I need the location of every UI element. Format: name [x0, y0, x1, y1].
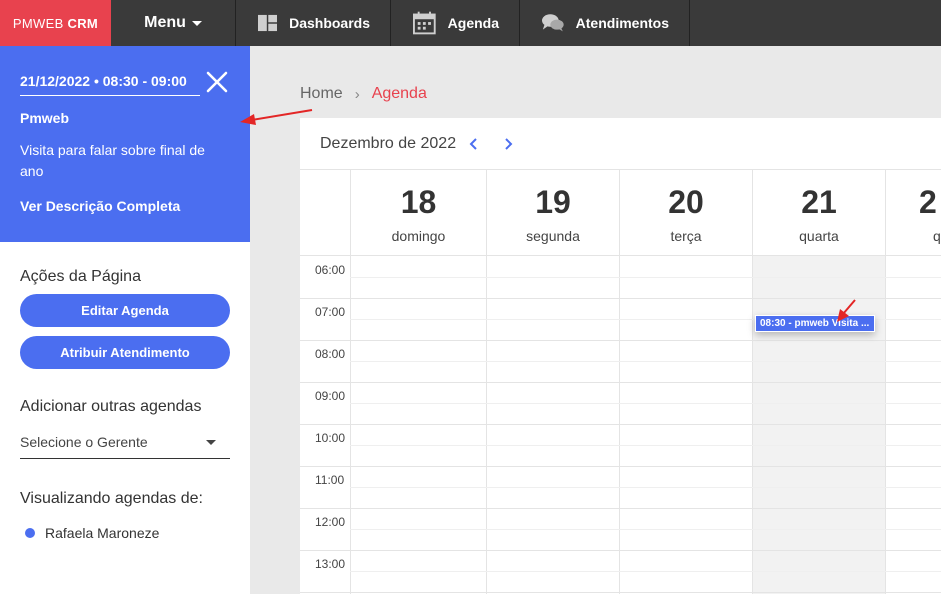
half-hour-line	[350, 403, 941, 404]
hour-line	[300, 508, 941, 509]
person-color-dot	[25, 528, 35, 538]
day-name: q	[933, 228, 941, 244]
nav-atendimentos[interactable]: Atendimentos	[520, 0, 690, 46]
calendar-month-label: Dezembro de 2022	[320, 135, 457, 152]
breadcrumb-home[interactable]: Home	[300, 85, 343, 103]
hour-line	[300, 550, 941, 551]
day-name: segunda	[526, 228, 580, 244]
half-hour-line	[350, 571, 941, 572]
event-owner: Pmweb	[20, 110, 70, 126]
hour-line	[300, 592, 941, 593]
time-label: 12:00	[315, 515, 346, 529]
nav-dashboards[interactable]: Dashboards	[236, 0, 391, 46]
day-name: domingo	[391, 228, 446, 244]
brand-name: CRM	[67, 15, 99, 31]
time-label: 13:00	[315, 557, 346, 571]
hour-line	[300, 340, 941, 341]
day-number: 21	[801, 184, 837, 220]
top-navbar: PMWEB CRM Menu Dashboards Agenda Atendim…	[0, 0, 941, 46]
chat-icon	[542, 14, 564, 32]
calendar-icon	[413, 11, 436, 35]
menu-label: Menu	[144, 14, 186, 31]
calendar-panel: Dezembro de 2022 18 domingo 19 segunda 2…	[300, 118, 941, 594]
event-datetime: 21/12/2022 • 08:30 - 09:00	[20, 73, 200, 96]
breadcrumb-current: Agenda	[371, 85, 427, 102]
time-label: 11:00	[315, 473, 345, 487]
nav-dashboards-label: Dashboards	[289, 15, 370, 31]
viewing-title: Visualizando agendas de:	[20, 490, 203, 507]
sidebar: 21/12/2022 • 08:30 - 09:00 Pmweb Visita …	[0, 46, 250, 594]
chevron-down-icon	[206, 439, 216, 445]
manager-select[interactable]: Selecione o Gerente	[20, 426, 230, 459]
viewing-person-item[interactable]: Rafaela Maroneze	[25, 525, 159, 541]
nav-atendimentos-label: Atendimentos	[575, 15, 669, 31]
breadcrumb: Home › Agenda	[300, 85, 427, 103]
day-number: 20	[668, 184, 704, 220]
hour-line	[300, 382, 941, 383]
time-label: 08:00	[315, 347, 346, 361]
nav-agenda-label: Agenda	[447, 15, 499, 31]
time-label: 06:00	[315, 263, 346, 277]
view-full-description-link[interactable]: Ver Descrição Completa	[20, 198, 180, 214]
day-name: terça	[670, 228, 702, 244]
hour-line	[300, 424, 941, 425]
close-icon[interactable]	[205, 70, 229, 94]
calendar-header: Dezembro de 2022	[320, 135, 514, 153]
calendar-week-grid: 18 domingo 19 segunda 20 terça 21 quarta…	[300, 169, 941, 594]
menu-button[interactable]: Menu	[111, 0, 236, 46]
brand-logo[interactable]: PMWEB CRM	[0, 0, 111, 46]
nav-agenda[interactable]: Agenda	[391, 0, 520, 46]
day-name: quarta	[799, 228, 839, 244]
chevron-down-icon	[191, 20, 202, 26]
event-description: Visita para falar sobre final de ano	[20, 142, 205, 179]
chevron-right-icon[interactable]	[502, 137, 514, 151]
header-divider	[300, 255, 941, 256]
half-hour-line	[350, 487, 941, 488]
brand-prefix: PMWEB	[12, 15, 64, 31]
day-number: 2	[919, 184, 937, 220]
breadcrumb-separator: ›	[354, 85, 360, 103]
half-hour-line	[350, 361, 941, 362]
half-hour-line	[350, 445, 941, 446]
half-hour-line	[350, 529, 941, 530]
hour-line	[300, 466, 941, 467]
assign-service-button[interactable]: Atribuir Atendimento	[20, 336, 230, 369]
add-agendas-title: Adicionar outras agendas	[20, 398, 202, 415]
event-detail-card: 21/12/2022 • 08:30 - 09:00 Pmweb Visita …	[0, 46, 250, 242]
calendar-event[interactable]: 08:30 - pmweb Visita ...	[755, 315, 875, 332]
manager-select-value: Selecione o Gerente	[20, 434, 148, 450]
dashboard-icon	[258, 14, 278, 32]
actions-title: Ações da Página	[20, 268, 141, 285]
edit-agenda-button[interactable]: Editar Agenda	[20, 294, 230, 327]
viewing-person-name: Rafaela Maroneze	[45, 525, 160, 541]
half-hour-line	[350, 277, 941, 278]
chevron-left-icon[interactable]	[468, 137, 480, 151]
day-number: 19	[535, 184, 571, 220]
time-label: 10:00	[315, 431, 346, 445]
day-number: 18	[400, 184, 437, 220]
hour-line	[300, 298, 941, 299]
time-label: 09:00	[315, 389, 346, 403]
time-label: 07:00	[315, 305, 346, 319]
